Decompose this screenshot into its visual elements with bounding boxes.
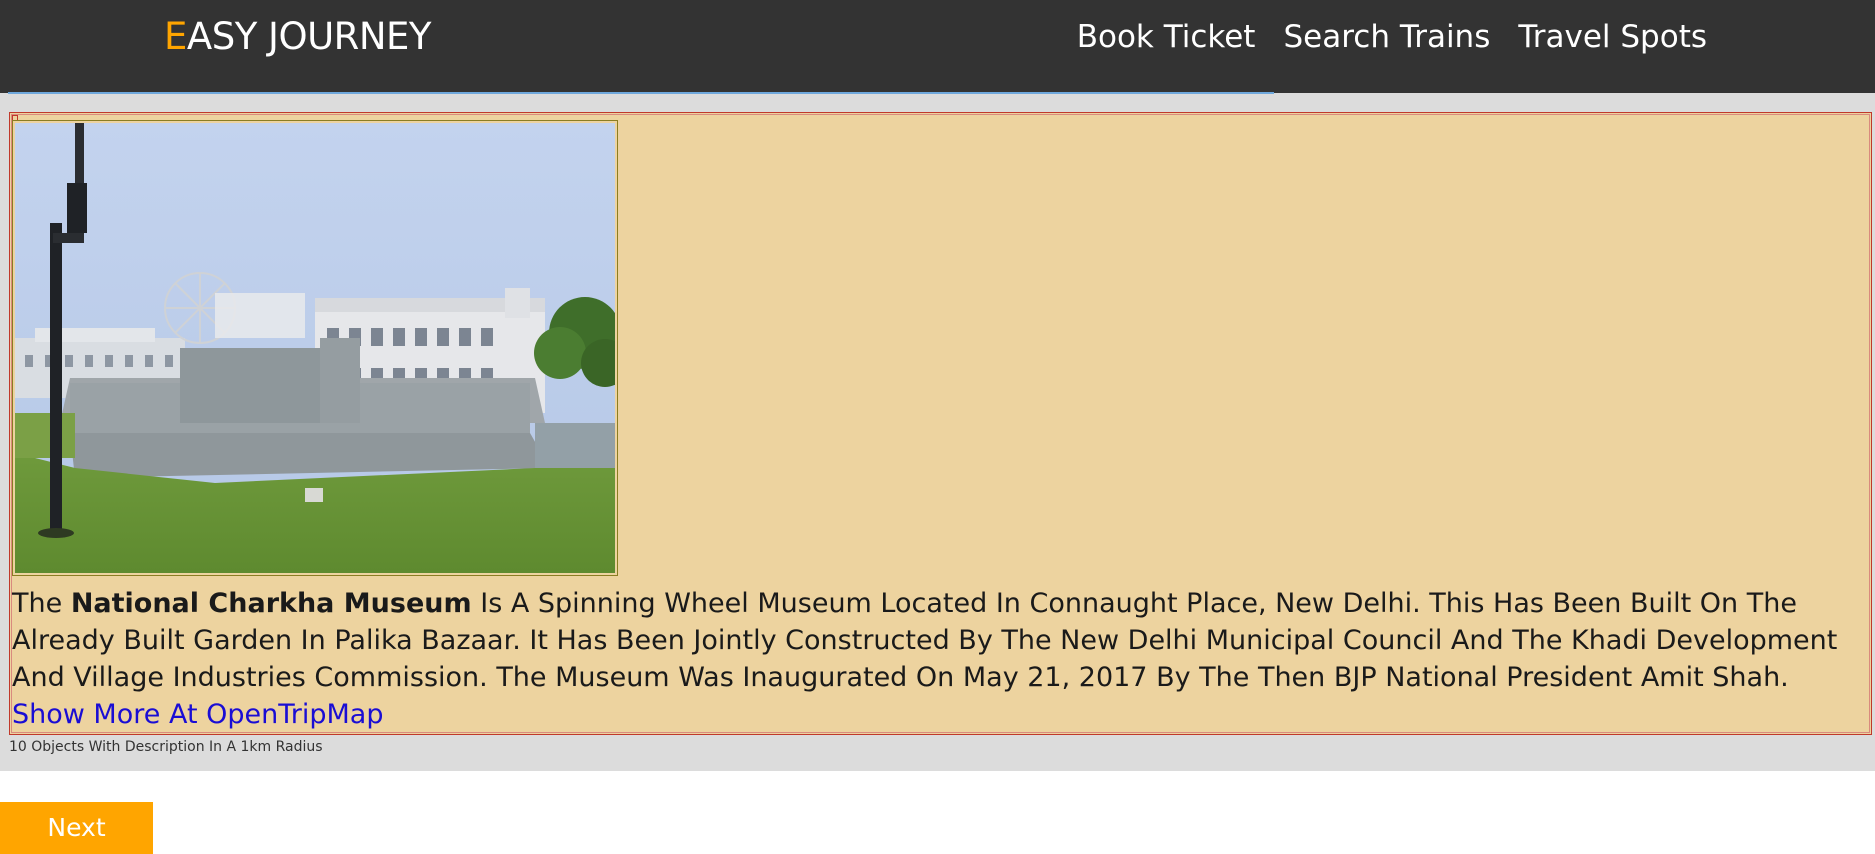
brand-accent-letter: E (164, 15, 187, 58)
place-name: National Charkha Museum (70, 588, 472, 619)
opentripmap-link[interactable]: Show More At OpenTripMap (12, 696, 383, 733)
next-button[interactable]: Next (0, 802, 153, 854)
top-navbar: EASY JOURNEY Book Ticket Search Trains T… (0, 0, 1875, 93)
museum-photo-icon (15, 123, 615, 573)
nav-links: Book Ticket Search Trains Travel Spots (1077, 16, 1707, 58)
nav-book-ticket[interactable]: Book Ticket (1077, 16, 1256, 58)
progress-indicator (8, 92, 1274, 94)
brand-logo[interactable]: EASY JOURNEY (164, 13, 432, 61)
results-summary: 10 Objects With Description In A 1km Rad… (9, 739, 323, 755)
nav-search-trains[interactable]: Search Trains (1283, 16, 1490, 58)
brand-name-rest: ASY JOURNEY (186, 15, 432, 58)
place-photo (12, 120, 618, 576)
description-intro: The (12, 588, 63, 619)
nav-travel-spots[interactable]: Travel Spots (1518, 16, 1707, 58)
place-description: The National Charkha Museum Is A Spinnin… (12, 585, 1872, 696)
